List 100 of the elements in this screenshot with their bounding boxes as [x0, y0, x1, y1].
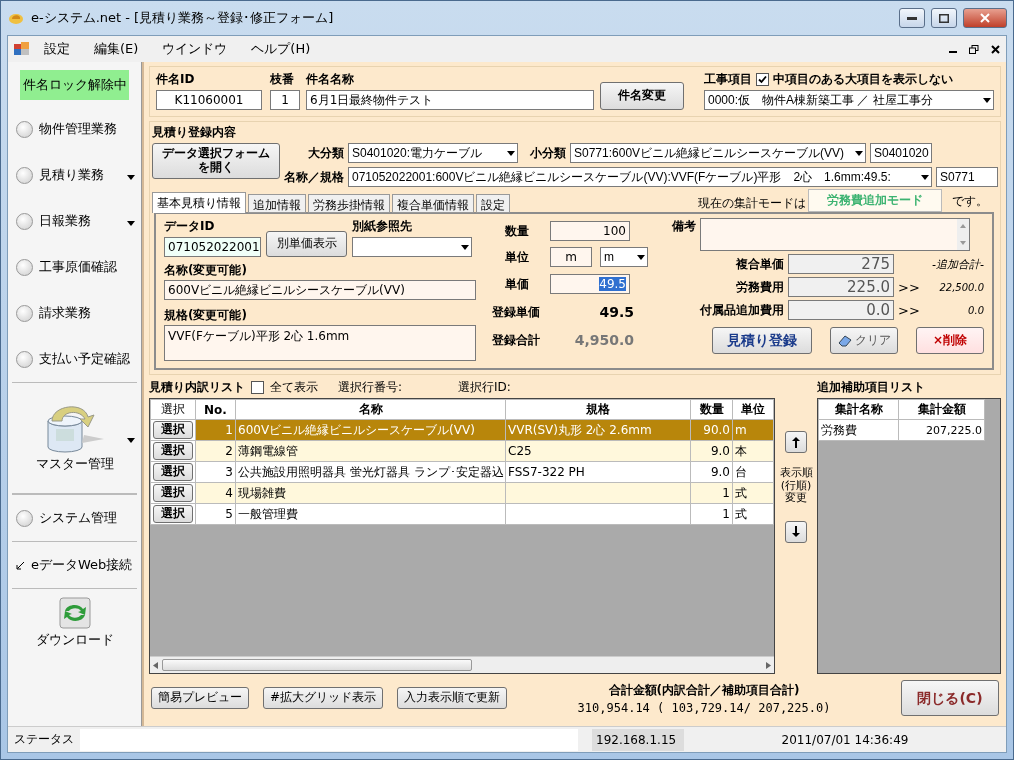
table-cell: 現場雑費 [235, 482, 506, 504]
column-header[interactable]: No. [195, 399, 236, 420]
select-row-button[interactable]: 選択 [153, 505, 193, 523]
checkbox[interactable] [756, 73, 769, 86]
clear-button[interactable]: クリア [830, 327, 898, 354]
table-row[interactable]: 選択 3 公共施設用照明器具 蛍光灯器具 ランプ･安定器込 FSS7-322 PH 9.0 台 [150, 461, 774, 483]
case-name-field[interactable]: 6月1日最終物件テスト [306, 90, 594, 110]
select-row-button[interactable]: 選択 [153, 463, 193, 481]
delete-button[interactable]: ×削除 [916, 327, 984, 354]
move-down-button[interactable] [785, 520, 807, 543]
tab[interactable]: 追加情報 [248, 194, 306, 213]
checkbox-label: 中項目のある大項目を表示しない [773, 71, 953, 88]
move-up-button[interactable] [785, 431, 807, 453]
column-header[interactable]: 単位 [732, 399, 774, 420]
minor-code-field[interactable]: S0771 [936, 167, 998, 187]
tab[interactable]: 基本見積り情報 [152, 192, 246, 213]
scroll-left-icon[interactable] [153, 661, 158, 669]
table-cell: 1 [690, 482, 733, 504]
name-field[interactable]: 600Vビニル絶縁ビニルシースケーブル(VV) [164, 280, 476, 300]
unit-field[interactable]: m [550, 247, 592, 267]
arrow-text: >> [898, 279, 920, 295]
data-id-field[interactable]: 071052022001 [164, 237, 261, 257]
nav-radio-item[interactable]: 請求業務 [8, 290, 141, 336]
table-cell: 4 [195, 482, 236, 504]
tab[interactable]: 複合単価情報 [392, 194, 474, 213]
maximize-button[interactable] [931, 8, 957, 28]
menu-item[interactable]: ウインドウ [152, 38, 238, 60]
nav-radio-item[interactable]: 支払い予定確認 [8, 336, 141, 382]
nav-radio-item[interactable]: 物件管理業務 [8, 106, 141, 152]
nav-radio-item[interactable]: 日報業務 [8, 198, 141, 244]
column-header[interactable]: 規格 [505, 399, 691, 420]
column-header[interactable]: 集計名称 [818, 399, 899, 420]
radio-button[interactable] [16, 350, 33, 368]
case-id-field[interactable]: K11060001 [156, 90, 262, 110]
scrollbar[interactable] [957, 219, 969, 250]
menu-item[interactable]: ヘルプ(H) [241, 38, 321, 60]
radio-button[interactable] [16, 166, 33, 184]
field-label: 大分類 [308, 144, 344, 162]
tab[interactable]: 労務歩掛情報 [308, 194, 390, 213]
change-case-button[interactable]: 件名変更 [600, 82, 684, 110]
form-icon[interactable] [14, 42, 30, 56]
field-label: 枝番 [270, 71, 295, 88]
footer-button[interactable]: #拡大グリッド表示 [263, 687, 384, 709]
unit-dropdown[interactable]: m [600, 247, 648, 267]
checkbox[interactable] [251, 381, 264, 394]
table-row[interactable]: 選択 1 600Vビニル絶縁ビニルシースケーブル(VV) VVR(SV)丸形 2心 2.6mm 90.0 m [150, 419, 774, 441]
note-field[interactable] [700, 218, 970, 251]
major-code-field[interactable]: S0401020 [870, 143, 932, 163]
menu-item[interactable]: 編集(E) [84, 38, 149, 60]
close-icon[interactable] [991, 44, 1000, 54]
alt-price-button[interactable]: 別単価表示 [266, 231, 347, 257]
mode-caption: です。 [952, 193, 988, 210]
scroll-right-icon[interactable] [766, 661, 771, 669]
section-title: 追加補助項目リスト [817, 379, 926, 396]
radio-button[interactable] [16, 258, 33, 276]
radio-button[interactable] [16, 212, 33, 230]
spec-field[interactable]: VVF(Fケーブル)平形 2心 1.6mm [164, 325, 476, 361]
field-label: 付属品追加費用 [698, 301, 784, 319]
footer-button[interactable]: 簡易プレビュー [151, 687, 249, 709]
select-row-button[interactable]: 選択 [153, 442, 193, 460]
close-form-button[interactable]: 閉じる(C) [901, 680, 999, 716]
horizontal-scrollbar[interactable] [150, 656, 774, 673]
tab[interactable]: 設定 [476, 194, 510, 213]
radio-button[interactable] [16, 509, 33, 527]
web-connect-link[interactable]: eデータWeb接続 [8, 542, 141, 588]
window-title: e-システム.net - [見積り業務～登録･修正フォーム] [31, 9, 335, 27]
caret-icon [637, 254, 645, 260]
work-item-dropdown[interactable]: 0000:仮 物件A棟新築工事 ／ 社屋工事分 [704, 90, 994, 110]
name-spec-dropdown[interactable]: 071052022001:600Vビニル絶縁ビニルシースケーブル(VV):VVF(Fケーブル)平形 2心 1.6mm:49.5: [348, 167, 932, 187]
restore-icon[interactable] [969, 44, 979, 54]
branch-field[interactable]: 1 [270, 90, 300, 110]
reference-dropdown[interactable] [352, 237, 472, 257]
minimize-button[interactable] [899, 8, 925, 28]
nav-radio-item[interactable]: システム管理 [8, 495, 141, 541]
nav-radio-item[interactable]: 工事原価確認 [8, 244, 141, 290]
unit-price-field[interactable]: 49.5 [550, 274, 630, 294]
close-button[interactable] [963, 8, 1007, 28]
nav-radio-item[interactable]: 見積り業務 [8, 152, 141, 198]
column-header[interactable]: 名称 [235, 399, 506, 420]
radio-button[interactable] [16, 304, 33, 322]
table-row[interactable]: 選択 4 現場雑費 1 式 [150, 482, 774, 504]
footer-button[interactable]: 入力表示順で更新 [397, 687, 508, 709]
download-button[interactable]: ダウンロード [35, 597, 114, 649]
table-cell: 2 [195, 440, 236, 462]
radio-button[interactable] [16, 120, 33, 138]
register-estimate-button[interactable]: 見積り登録 [712, 327, 812, 354]
select-row-button[interactable]: 選択 [153, 421, 193, 439]
column-header[interactable]: 集計金額 [898, 399, 985, 420]
major-category-dropdown[interactable]: S0401020:電力ケーブル [348, 143, 518, 163]
table-row[interactable]: 選択 5 一般管理費 1 式 [150, 503, 774, 525]
quantity-field[interactable]: 100 [550, 221, 630, 241]
menu-item[interactable]: 設定 [34, 38, 80, 60]
column-header[interactable]: 選択 [150, 399, 196, 420]
table-row[interactable]: 選択 2 薄鋼電線管 C25 9.0 本 [150, 440, 774, 462]
master-button[interactable]: マスター管理 [35, 403, 114, 473]
open-data-form-button[interactable]: データ選択フォーム を開く [152, 143, 280, 179]
minor-category-dropdown[interactable]: S0771:600Vビニル絶縁ビニルシースケーブル(VV) [570, 143, 866, 163]
labor-cost-field: 225.0 [788, 277, 894, 297]
column-header[interactable]: 数量 [690, 399, 733, 420]
select-row-button[interactable]: 選択 [153, 484, 193, 502]
